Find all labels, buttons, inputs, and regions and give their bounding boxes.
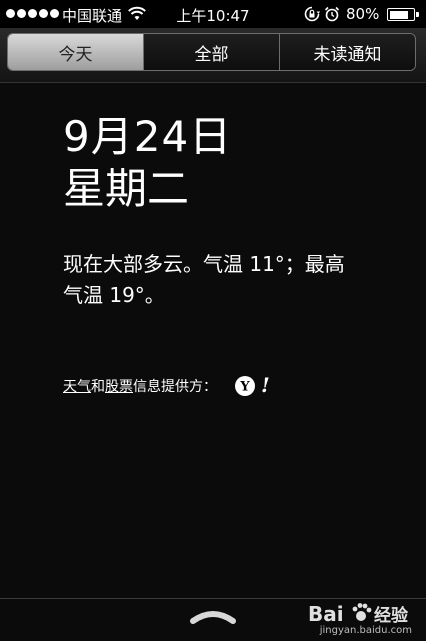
- watermark-brand-suffix: 经验: [374, 605, 409, 626]
- bottom-bar: Bai 经验 jingyan.baidu.com: [0, 598, 426, 641]
- today-panel: 9月24日 星期二 现在大部多云。气温 11°；最高 气温 19°。 天气 和 …: [0, 83, 426, 598]
- tab-unread-notifications[interactable]: 未读通知: [280, 34, 415, 70]
- paw-icon: [352, 603, 372, 621]
- weather-summary: 现在大部多云。气温 11°；最高 气温 19°。: [63, 249, 393, 311]
- status-bar: 中国联通 上午10:47 80%: [0, 0, 426, 28]
- data-provider-credit: 天气 和 股票 信息提供方： Y !: [63, 375, 269, 397]
- provider-and-text: 和: [91, 379, 105, 395]
- alarm-icon: [324, 6, 340, 22]
- provider-suffix-text: 信息提供方：: [133, 379, 217, 395]
- weather-link[interactable]: 天气: [63, 376, 91, 396]
- weather-text-line-1: 现在大部多云。气温 11°；最高: [63, 252, 345, 276]
- yahoo-logo[interactable]: Y !: [233, 375, 269, 397]
- battery-icon: [387, 8, 419, 21]
- battery-percent: 80%: [346, 5, 380, 23]
- watermark-url: jingyan.baidu.com: [319, 625, 412, 636]
- notification-center-header: 今天 全部 未读通知: [0, 28, 426, 83]
- stocks-link[interactable]: 股票: [105, 376, 133, 396]
- pull-handle-icon[interactable]: [189, 607, 237, 625]
- orientation-lock-icon: [304, 6, 320, 22]
- tab-segmented-control: 今天 全部 未读通知: [7, 33, 416, 71]
- tab-all[interactable]: 全部: [144, 34, 280, 70]
- weekday-label: 星期二: [63, 164, 190, 213]
- date-label: 9月24日: [63, 112, 233, 161]
- svg-text:!: !: [261, 375, 269, 397]
- svg-text:Y: Y: [239, 380, 250, 395]
- tab-today[interactable]: 今天: [8, 34, 144, 70]
- watermark-brand: Bai: [308, 602, 344, 626]
- weather-text-line-2: 气温 19°。: [63, 283, 165, 307]
